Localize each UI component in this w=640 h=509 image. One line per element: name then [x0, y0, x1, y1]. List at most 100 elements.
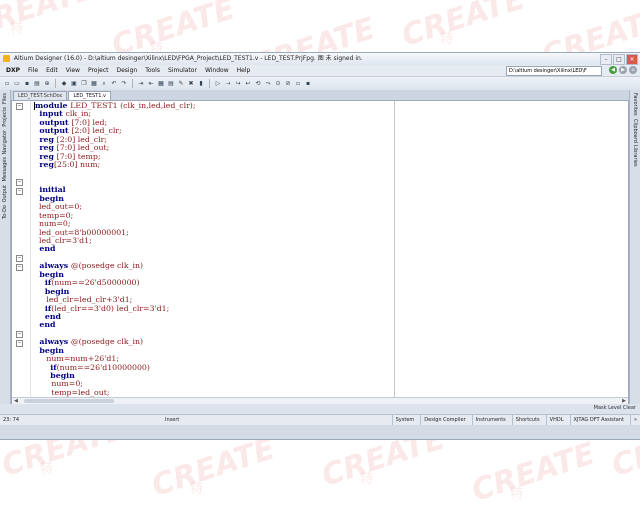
document-tabs: LED_TEST.SchDoc LED_TEST1.v [11, 90, 629, 100]
back-icon[interactable]: ◀ [609, 66, 617, 74]
toggle-bookmark-icon[interactable]: ✎ [177, 80, 185, 88]
panel-bar: Mask Level Clear [0, 404, 640, 414]
watermark-text: CREATE [398, 0, 530, 54]
panel-tab-messages[interactable]: Messages [2, 157, 8, 182]
fold-toggle-icon[interactable]: − [16, 103, 23, 110]
window-controls: – □ ✕ [600, 54, 638, 65]
watermark-text: CREATE [148, 431, 280, 504]
fold-toggle-icon[interactable]: − [16, 188, 23, 195]
grid-icon[interactable]: ▦ [157, 80, 165, 88]
bookmark-icon[interactable]: ▮ [197, 80, 205, 88]
step-over-icon[interactable]: ↪ [234, 80, 242, 88]
watermark-sub: 特 [40, 458, 53, 477]
code-editor[interactable]: − − − − − − − module LED_TEST1 (clk_in,l… [11, 100, 629, 406]
panel-tab-projects[interactable]: Projects [2, 107, 8, 127]
code-line: end [34, 321, 195, 329]
panel-tab-clipboard[interactable]: Clipboard [632, 119, 638, 143]
copy-icon[interactable]: ❐ [80, 80, 88, 88]
zoom-icon[interactable]: ⊕ [43, 80, 51, 88]
code-text: module LED_TEST1 (clk_in,led,led_clr); i… [34, 102, 195, 406]
altium-window: Altium Designer (16.0) - D:\altium desin… [0, 52, 640, 440]
redo-icon[interactable]: ↷ [120, 80, 128, 88]
open-folder-icon[interactable]: ▭ [13, 80, 21, 88]
menu-help[interactable]: Help [233, 65, 255, 76]
scroll-thumb[interactable] [24, 399, 114, 403]
code-line: led_clr=3'd1; [34, 237, 195, 245]
watermark-sub: 特 [440, 28, 453, 47]
panel-tab-libraries[interactable]: Libraries [632, 145, 638, 167]
left-panel-strip: Files Projects Navigator Messages Output… [0, 90, 11, 414]
code-rest: @(posedge clk_in) [71, 261, 143, 270]
forward-icon[interactable]: ▶ [619, 66, 627, 74]
indent-icon[interactable]: ⇥ [137, 80, 145, 88]
breakpoint-icon[interactable]: ⊙ [274, 80, 282, 88]
panel-tab-favorites[interactable]: Favorites [632, 93, 638, 116]
step-icon[interactable]: ⇢ [224, 80, 232, 88]
watch-icon[interactable]: ⊘ [284, 80, 292, 88]
jump-icon[interactable]: ⤳ [264, 80, 272, 88]
code-keyword: end [34, 320, 56, 329]
tab-led-test1-v[interactable]: LED_TEST1.v [68, 91, 110, 100]
menu-file[interactable]: File [24, 65, 42, 76]
menu-project[interactable]: Project [84, 65, 113, 76]
main-toolbar: ▫ ▭ ▪ ▤ ⊕ ◆ ▣ ❐ ▦ ⌕ ↶ ↷ ⇥ ⇤ ▦ ▤ ✎ ✖ ▮ ▷ … [0, 76, 640, 91]
outdent-icon[interactable]: ⇤ [147, 80, 155, 88]
tab-led-test-schdoc[interactable]: LED_TEST.SchDoc [13, 91, 67, 100]
print-icon[interactable]: ▤ [33, 80, 41, 88]
watermark-text: CREATE [0, 0, 99, 44]
code-rest: [25:0] num; [54, 160, 100, 169]
fold-toggle-icon[interactable]: − [16, 340, 23, 347]
reset-icon[interactable]: ⟲ [254, 80, 262, 88]
menu-design[interactable]: Design [112, 65, 141, 76]
watermark-text: CREATE [468, 436, 600, 509]
table-icon[interactable]: ▤ [167, 80, 175, 88]
compile-icon[interactable]: ◆ [60, 80, 68, 88]
panel-tab-todo[interactable]: To-Do [2, 205, 8, 219]
close-button[interactable]: ✕ [626, 54, 638, 65]
menu-window[interactable]: Window [201, 65, 233, 76]
code-line: end [34, 245, 195, 253]
step-out-icon[interactable]: ↩ [244, 80, 252, 88]
menu-view[interactable]: View [62, 65, 84, 76]
code-line: end [34, 313, 195, 321]
nav-buttons: ◀ ▶ ⌂ [609, 66, 637, 74]
fold-toggle-icon[interactable]: − [16, 331, 23, 338]
maximize-button[interactable]: □ [613, 54, 625, 65]
stop-icon[interactable]: ▫ [294, 80, 302, 88]
menu-edit[interactable]: Edit [42, 65, 62, 76]
window-title: Altium Designer (16.0) - D:\altium desin… [14, 55, 363, 62]
toolbar-separator [209, 79, 210, 88]
panel-tab-output[interactable]: Output [2, 185, 8, 202]
right-margin-line [394, 101, 395, 405]
home-icon[interactable]: ⌂ [629, 66, 637, 74]
code-keyword: reg [34, 160, 54, 169]
panel-tab-navigator[interactable]: Navigator [2, 130, 8, 154]
title-bar: Altium Designer (16.0) - D:\altium desin… [0, 53, 640, 65]
undo-icon[interactable]: ↶ [110, 80, 118, 88]
clear-bookmark-icon[interactable]: ✖ [187, 80, 195, 88]
menu-bar: DXP File Edit View Project Design Tools … [0, 65, 640, 76]
run-icon[interactable]: ▷ [214, 80, 222, 88]
watermark-sub: 特 [360, 468, 373, 487]
bottom-band [0, 425, 640, 439]
fold-toggle-icon[interactable]: − [16, 264, 23, 271]
menu-dxp[interactable]: DXP [2, 65, 24, 76]
find-icon[interactable]: ⌕ [100, 80, 108, 88]
watermark-sub: 特 [510, 483, 523, 502]
mask-level-clear[interactable]: Mask Level Clear [594, 405, 636, 411]
code-line: reg[25:0] num; [34, 161, 195, 169]
save-icon[interactable]: ▪ [23, 80, 31, 88]
panel-tab-files[interactable]: Files [2, 93, 8, 104]
fold-toggle-icon[interactable]: − [16, 255, 23, 262]
watermark-sub: 特 [190, 478, 203, 497]
paste-icon[interactable]: ▦ [90, 80, 98, 88]
options-icon[interactable]: ▪ [304, 80, 312, 88]
path-input[interactable]: D:\altium desinger\Xilinx\LED\F [506, 66, 602, 76]
project-icon[interactable]: ▣ [70, 80, 78, 88]
menu-tools[interactable]: Tools [141, 65, 164, 76]
new-doc-icon[interactable]: ▫ [3, 80, 11, 88]
minimize-button[interactable]: – [600, 54, 612, 65]
menu-simulator[interactable]: Simulator [164, 65, 201, 76]
watermark-sub: 特 [10, 18, 23, 37]
fold-toggle-icon[interactable]: − [16, 179, 23, 186]
